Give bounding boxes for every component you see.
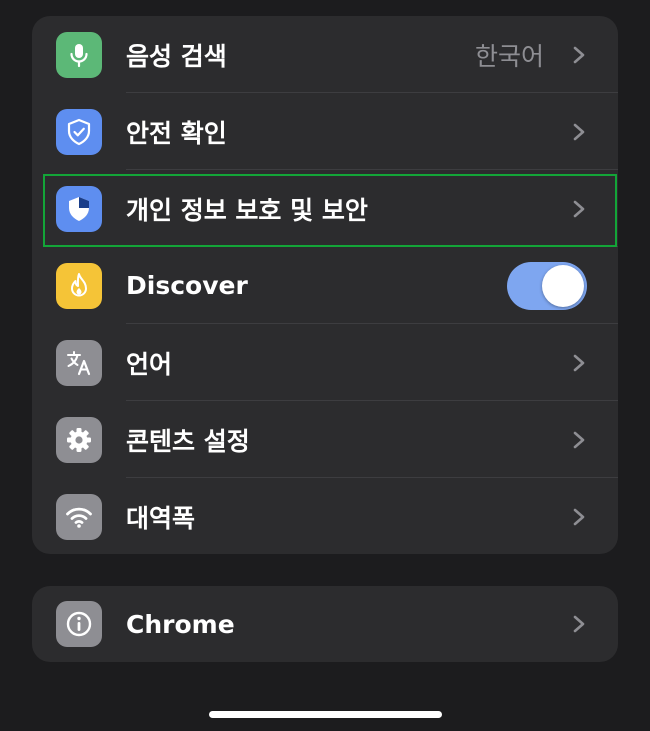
wifi-icon [56,493,102,540]
chevron-right-icon [572,353,586,373]
mic-icon [56,31,102,78]
voice-search-value: 한국어 [474,41,544,71]
chevron-right-icon [572,122,586,142]
home-indicator [209,711,442,718]
info-icon [56,601,102,647]
discover-row: Discover [32,247,618,324]
settings-group-main: 음성 검색 한국어 안전 확인 개인 정보 보호 및 보안 Discover 언… [32,16,618,554]
settings-group-about: Chrome [32,586,618,662]
chrome-label: Chrome [126,609,235,639]
flame-icon [56,262,102,309]
language-label: 언어 [126,349,173,379]
chevron-right-icon [572,614,586,634]
privacy-security-label: 개인 정보 보호 및 보안 [126,195,368,225]
toggle-knob [542,264,584,307]
discover-toggle[interactable] [507,261,587,310]
voice-search-row[interactable]: 음성 검색 한국어 [32,16,618,93]
content-settings-row[interactable]: 콘텐츠 설정 [32,401,618,478]
bandwidth-label: 대역폭 [126,503,196,533]
chevron-right-icon [572,45,586,65]
settings-screen: 음성 검색 한국어 안전 확인 개인 정보 보호 및 보안 Discover 언… [0,0,650,731]
voice-search-label: 음성 검색 [126,41,227,71]
translate-icon [56,339,102,386]
gear-icon [56,416,102,463]
shield-icon [56,185,102,232]
chrome-row[interactable]: Chrome [32,586,618,662]
privacy-security-row[interactable]: 개인 정보 보호 및 보안 [32,170,618,247]
bandwidth-row[interactable]: 대역폭 [32,478,618,554]
safety-check-label: 안전 확인 [126,118,227,148]
discover-label: Discover [126,271,248,300]
content-settings-label: 콘텐츠 설정 [126,426,250,456]
shield-check-icon [56,108,102,155]
chevron-right-icon [572,199,586,219]
language-row[interactable]: 언어 [32,324,618,401]
chevron-right-icon [572,507,586,527]
chevron-right-icon [572,430,586,450]
safety-check-row[interactable]: 안전 확인 [32,93,618,170]
